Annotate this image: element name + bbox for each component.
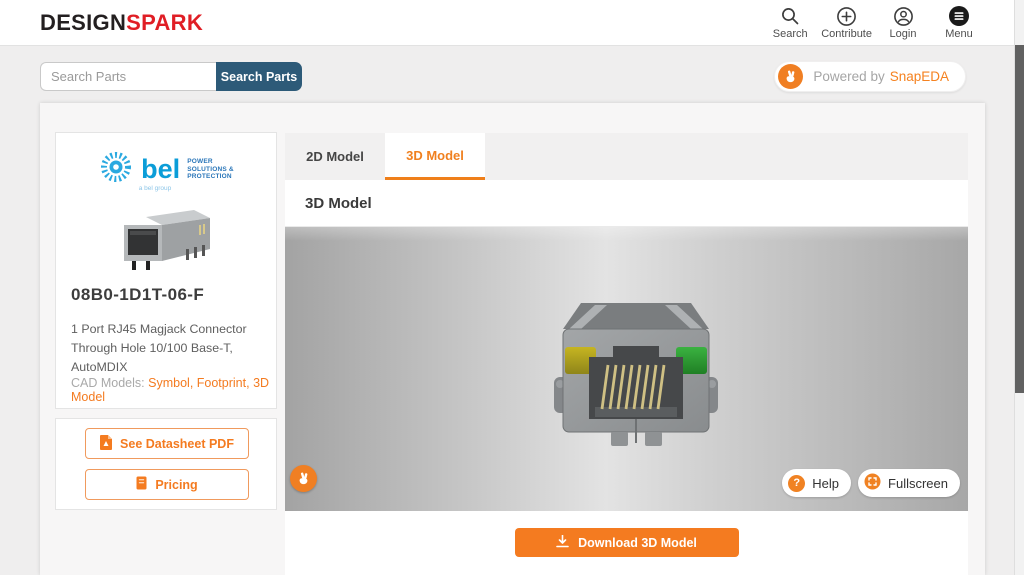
scrollbar-thumb[interactable]: [1015, 45, 1024, 393]
model-tabs: 2D Model 3D Model: [285, 133, 968, 180]
nav-contribute-label: Contribute: [821, 28, 872, 40]
powered-by-snapeda-badge[interactable]: Powered by SnapEDA: [774, 61, 966, 92]
nav-menu-label: Menu: [945, 28, 973, 40]
header-nav: Search Contribute Login Menu: [765, 5, 984, 40]
fullscreen-icon: [864, 473, 881, 493]
logo-text-design: DESIGN: [40, 10, 126, 35]
pricing-label: Pricing: [155, 478, 197, 492]
see-datasheet-pdf-label: See Datasheet PDF: [120, 437, 234, 451]
parts-search-group: Search Parts: [40, 62, 302, 91]
cad-separator: ,: [190, 376, 197, 390]
designspark-logo[interactable]: DESIGNSPARK: [40, 10, 203, 36]
rj45-connector-3d-model: [551, 291, 721, 461]
tab-2d-model[interactable]: 2D Model: [285, 133, 385, 180]
search-parts-input[interactable]: [40, 62, 216, 91]
pdf-file-icon: [100, 435, 112, 453]
three-d-viewer-canvas[interactable]: ? Help Fullscreen: [285, 227, 968, 511]
tab-3d-model[interactable]: 3D Model: [385, 133, 485, 180]
download-3d-model-label: Download 3D Model: [578, 536, 697, 550]
part-thumbnail-image: [116, 207, 216, 278]
bel-tagline: a bel group: [132, 185, 178, 192]
see-datasheet-pdf-button[interactable]: See Datasheet PDF: [85, 428, 249, 459]
nav-menu[interactable]: Menu: [934, 5, 984, 40]
part-number: 08B0-1D1T-06-F: [71, 285, 204, 305]
cad-models-row: CAD Models: Symbol, Footprint, 3D Model: [71, 376, 276, 404]
download-3d-model-button[interactable]: Download 3D Model: [515, 528, 739, 557]
bel-division-text: POWER SOLUTIONS & PROTECTION: [187, 158, 234, 181]
snapeda-brand-text: SnapEDA: [890, 69, 949, 84]
snapeda-icon: [778, 64, 803, 89]
menu-circle-icon: [948, 5, 970, 27]
top-header: DESIGNSPARK Search Contribute Login: [0, 0, 1024, 46]
page-scrollbar[interactable]: [1014, 0, 1024, 575]
page: DESIGNSPARK Search Contribute Login: [0, 0, 1024, 575]
pricing-icon: [136, 476, 147, 493]
nav-search[interactable]: Search: [765, 5, 815, 40]
bel-sunburst-icon: [98, 149, 134, 190]
viewer-heading-title: 3D Model: [305, 195, 372, 212]
pricing-button[interactable]: Pricing: [85, 469, 249, 500]
bel-logo: bel POWER SOLUTIONS & PROTECTION: [56, 149, 276, 190]
bel-division-line: POWER: [187, 158, 234, 166]
nav-login[interactable]: Login: [878, 5, 928, 40]
bel-wordmark: bel: [141, 156, 180, 183]
part-description: 1 Port RJ45 Magjack Connector Through Ho…: [71, 320, 271, 378]
bel-division-line: PROTECTION: [187, 173, 234, 181]
snapeda-icon[interactable]: [290, 465, 317, 492]
help-button[interactable]: ? Help: [782, 469, 851, 497]
search-parts-button[interactable]: Search Parts: [216, 62, 302, 91]
bel-division-line: SOLUTIONS &: [187, 166, 234, 174]
search-icon: [779, 5, 801, 27]
fullscreen-button[interactable]: Fullscreen: [858, 469, 960, 497]
cad-link-footprint[interactable]: Footprint: [197, 376, 246, 390]
user-circle-icon: [892, 5, 914, 27]
cad-models-label: CAD Models:: [71, 376, 145, 390]
help-label: Help: [812, 476, 839, 491]
download-icon: [556, 535, 569, 551]
help-icon: ?: [788, 475, 805, 492]
plus-circle-icon: [836, 5, 858, 27]
part-info-card: bel POWER SOLUTIONS & PROTECTION a bel g…: [55, 132, 277, 409]
viewer-heading-row: 3D Model: [285, 180, 968, 227]
cad-link-symbol[interactable]: Symbol: [148, 376, 190, 390]
powered-by-text: Powered by: [813, 69, 884, 84]
logo-text-spark: SPARK: [126, 10, 203, 35]
nav-contribute[interactable]: Contribute: [821, 5, 872, 40]
fullscreen-label: Fullscreen: [888, 476, 948, 491]
part-actions-card: See Datasheet PDF Pricing: [55, 418, 277, 510]
nav-search-label: Search: [773, 28, 808, 40]
main-panel: bel POWER SOLUTIONS & PROTECTION a bel g…: [40, 103, 985, 575]
download-row: Download 3D Model: [285, 511, 968, 575]
nav-login-label: Login: [890, 28, 917, 40]
